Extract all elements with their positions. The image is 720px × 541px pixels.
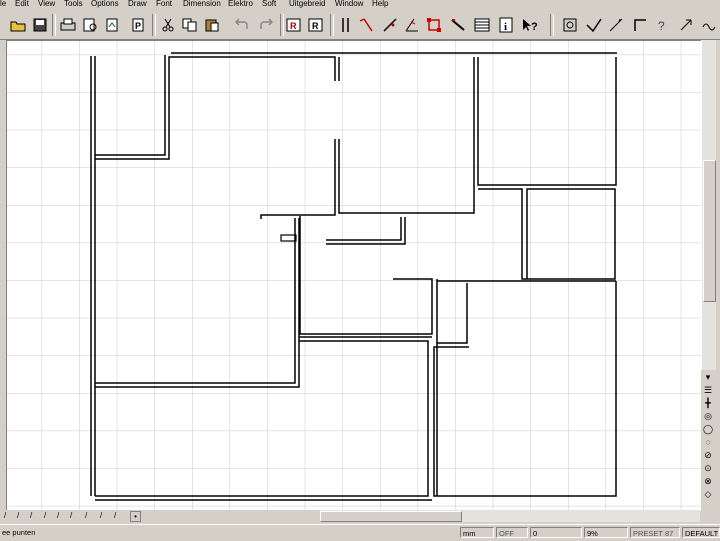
- tab-3[interactable]: /: [30, 510, 32, 522]
- line-tool-icon[interactable]: [606, 15, 626, 35]
- info-icon[interactable]: i: [496, 15, 516, 35]
- rectangle-icon[interactable]: [630, 15, 650, 35]
- menu-edit[interactable]: Edit: [15, 0, 29, 8]
- angle-icon[interactable]: [402, 15, 422, 35]
- status-off: OFF: [496, 527, 528, 538]
- svg-text:?: ?: [531, 21, 538, 33]
- horizontal-scroll-thumb[interactable]: [320, 511, 462, 522]
- status-unit: mm: [460, 527, 494, 538]
- paste-icon[interactable]: [202, 15, 222, 35]
- menu-view[interactable]: View: [38, 0, 55, 8]
- align-icon[interactable]: ☰: [702, 384, 714, 396]
- status-zoom: 9%: [584, 527, 628, 538]
- menu-uitgebreid[interactable]: Uitgebreid: [289, 0, 325, 8]
- tab-6[interactable]: /: [70, 510, 72, 522]
- menu-soft[interactable]: Soft: [262, 0, 276, 8]
- text-r-icon[interactable]: R: [284, 15, 304, 35]
- layers-icon[interactable]: [472, 15, 492, 35]
- status-message: ee punten: [2, 528, 36, 537]
- chevron-down-icon[interactable]: ▾: [702, 371, 714, 383]
- status-layer: DEFAULT: [682, 527, 720, 538]
- tab-2[interactable]: /: [17, 510, 19, 522]
- menu-window[interactable]: Window: [335, 0, 363, 8]
- tab-7[interactable]: /: [85, 510, 87, 522]
- status-preset: PRESET 87: [630, 527, 680, 538]
- floor-plan-drawing[interactable]: [7, 41, 702, 511]
- tab-1[interactable]: /: [4, 510, 6, 522]
- layout-tabs: / / / / / / / / / •: [0, 510, 320, 522]
- menu-font[interactable]: Font: [156, 0, 172, 8]
- export-icon[interactable]: [102, 15, 122, 35]
- print-icon[interactable]: [58, 15, 78, 35]
- circle-3-icon[interactable]: ⊘: [702, 449, 714, 461]
- svg-text:R: R: [312, 21, 319, 31]
- snap-cross-icon[interactable]: ╋: [702, 397, 714, 409]
- select-rectangle-icon[interactable]: [424, 15, 444, 35]
- open-folder-icon[interactable]: [8, 15, 28, 35]
- drawing-canvas[interactable]: [6, 40, 702, 511]
- export-p-icon[interactable]: P: [128, 15, 148, 35]
- circle-icon[interactable]: ◯: [702, 423, 714, 435]
- status-bar: ee punten mm OFF 0 9% PRESET 87 DEFAULT: [0, 524, 720, 541]
- svg-text:R: R: [290, 21, 297, 31]
- cut-icon[interactable]: [158, 15, 178, 35]
- parallel-lines-icon[interactable]: [336, 15, 356, 35]
- zoom-window-icon[interactable]: [560, 15, 580, 35]
- menu-bar: le Edit View Tools Options Draw Font Dim…: [0, 0, 720, 11]
- menu-dimension[interactable]: Dimension: [183, 0, 221, 8]
- menu-help[interactable]: Help: [372, 0, 388, 8]
- tab-scroll-icon[interactable]: •: [130, 511, 141, 522]
- print-preview-icon[interactable]: [80, 15, 100, 35]
- measure-icon[interactable]: [584, 15, 604, 35]
- horizontal-scrollbar[interactable]: [320, 510, 700, 522]
- menu-file[interactable]: le: [0, 0, 6, 8]
- redo-icon[interactable]: [256, 15, 276, 35]
- menu-tools[interactable]: Tools: [64, 0, 83, 8]
- svg-text:P: P: [135, 21, 141, 31]
- toolbar-separator: [152, 14, 156, 36]
- vertical-scrollbar[interactable]: [701, 40, 716, 370]
- undo-icon[interactable]: [232, 15, 252, 35]
- svg-text:?: ?: [658, 19, 665, 33]
- question-icon[interactable]: ?: [652, 15, 672, 35]
- toolbar-separator: [52, 14, 56, 36]
- tab-5[interactable]: /: [57, 510, 59, 522]
- svg-text:i: i: [504, 21, 507, 33]
- grid: [7, 41, 702, 511]
- text-r2-icon[interactable]: R: [306, 15, 326, 35]
- tab-4[interactable]: /: [44, 510, 46, 522]
- snap-point-icon[interactable]: ◎: [702, 410, 714, 422]
- status-value: 0: [530, 527, 582, 538]
- toolbar-separator: [550, 14, 554, 36]
- arrow-line-icon[interactable]: [356, 15, 376, 35]
- toolbar-separator: [330, 14, 334, 36]
- toolbar: P R R i ? ?: [0, 11, 720, 40]
- snap-nearest-icon[interactable]: ◇: [702, 488, 714, 500]
- tab-9[interactable]: /: [114, 510, 116, 522]
- save-icon[interactable]: [30, 15, 50, 35]
- side-toolbar: ▾ ☰ ╋ ◎ ◯ ◌ ⊘ ⊙ ⊗ ◇: [701, 370, 715, 520]
- snap-x-icon[interactable]: ⊗: [702, 475, 714, 487]
- menu-options[interactable]: Options: [91, 0, 119, 8]
- wave-icon[interactable]: [700, 15, 720, 35]
- vertical-scroll-thumb[interactable]: [703, 160, 716, 302]
- menu-draw[interactable]: Draw: [128, 0, 147, 8]
- arrow-icon[interactable]: [676, 15, 696, 35]
- circle-4-icon[interactable]: ⊙: [702, 462, 714, 474]
- help-pointer-icon[interactable]: ?: [520, 15, 540, 35]
- knife-icon[interactable]: [448, 15, 468, 35]
- draw-line-icon[interactable]: [380, 15, 400, 35]
- menu-elektro[interactable]: Elektro: [228, 0, 253, 8]
- copy-icon[interactable]: [180, 15, 200, 35]
- tab-8[interactable]: /: [100, 510, 102, 522]
- circle-2-icon[interactable]: ◌: [702, 436, 714, 448]
